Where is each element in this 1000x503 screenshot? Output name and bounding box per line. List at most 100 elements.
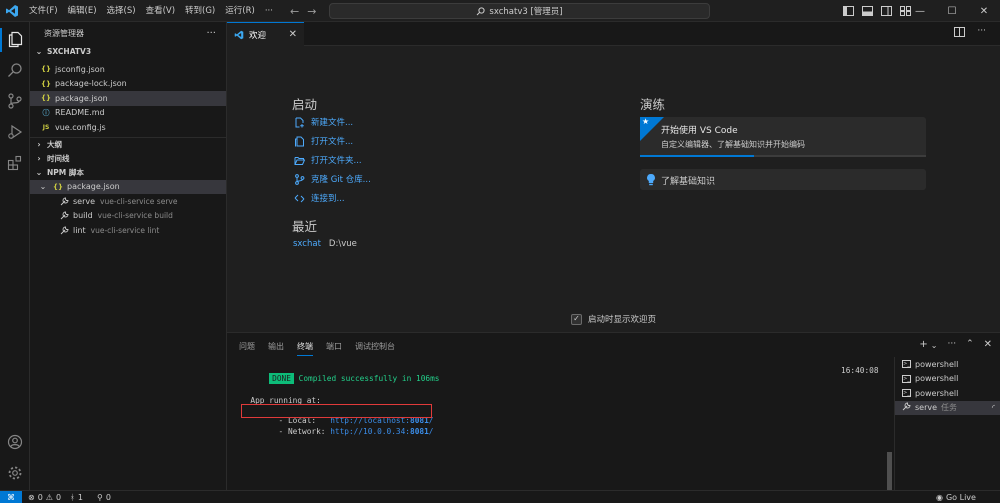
javascript-file-icon: JS bbox=[42, 123, 50, 131]
bottom-panel: 问题 输出 终端 端口 调试控制台 + ⌄ ··· ⌃ ✕ DONE Compi… bbox=[227, 332, 1000, 491]
file-vue-config[interactable]: JS vue.config.js bbox=[30, 120, 226, 135]
extensions-icon[interactable] bbox=[5, 153, 25, 173]
split-editor-icon[interactable] bbox=[954, 27, 966, 37]
show-welcome-on-startup[interactable]: ✓ 启动时显示欢迎页 bbox=[571, 313, 656, 325]
open-file-link[interactable]: 打开文件... bbox=[294, 135, 353, 147]
spinner-icon: ◜ bbox=[991, 403, 995, 413]
menu-selection[interactable]: 选择(S) bbox=[102, 0, 141, 22]
clone-git-link[interactable]: 克隆 Git 仓库... bbox=[294, 173, 371, 185]
terminal-item-powershell[interactable]: >_ powershell bbox=[895, 372, 1000, 387]
terminal-item-serve-task[interactable]: serve 任务 ◜ bbox=[895, 400, 1000, 415]
problems-status[interactable]: ⊗ 0 ⚠ 0 bbox=[28, 491, 61, 503]
panel-tabs: 问题 输出 终端 端口 调试控制台 bbox=[239, 333, 395, 359]
outline-section[interactable]: › 大纲 bbox=[30, 138, 226, 152]
terminal-item-powershell[interactable]: >_ powershell bbox=[895, 357, 1000, 372]
workspace-name: SXCHATV3 bbox=[47, 46, 92, 56]
npm-scripts-section[interactable]: ⌄ NPM 脚本 bbox=[30, 166, 226, 180]
tab-problems[interactable]: 问题 bbox=[239, 341, 255, 352]
menu-more[interactable]: ··· bbox=[260, 0, 278, 22]
tab-output[interactable]: 输出 bbox=[268, 341, 284, 352]
toggle-secondary-sidebar-icon[interactable] bbox=[881, 6, 892, 16]
file-jsconfig[interactable]: {} jsconfig.json bbox=[30, 62, 226, 77]
back-arrow-icon[interactable]: ← bbox=[290, 5, 299, 18]
connect-to-link[interactable]: 连接到... bbox=[294, 192, 345, 204]
terminal-scrollbar[interactable] bbox=[887, 452, 892, 490]
info-status[interactable]: ᚼ1 bbox=[70, 491, 83, 503]
file-package-json[interactable]: {} package.json bbox=[30, 91, 226, 106]
walkthrough-get-started-card[interactable]: ★ 开始使用 VS Code 自定义编辑器、了解基础知识并开始编码 bbox=[640, 117, 926, 157]
walkthrough-basics-card[interactable]: 了解基础知识 bbox=[640, 169, 926, 190]
remote-indicator-icon[interactable]: ⌘ bbox=[0, 491, 22, 503]
link-label: 连接到... bbox=[311, 194, 345, 204]
file-name: vue.config.js bbox=[55, 122, 106, 132]
new-file-icon bbox=[295, 117, 304, 127]
network-url-slash: / bbox=[428, 427, 434, 436]
npm-script-lint[interactable]: lint vue-cli-service lint bbox=[30, 223, 226, 238]
more-actions-icon[interactable]: ··· bbox=[947, 339, 956, 350]
menu-run[interactable]: 运行(R) bbox=[220, 0, 260, 22]
compiled-message: Compiled successfully in 106ms bbox=[293, 374, 440, 383]
info-icon: ᚼ bbox=[70, 492, 75, 502]
terminal-icon: >_ bbox=[902, 374, 911, 383]
new-terminal-icon[interactable]: + bbox=[919, 339, 927, 350]
radio-tower-icon: ⚲ bbox=[97, 492, 103, 502]
close-tab-icon[interactable]: ✕ bbox=[289, 29, 297, 40]
npm-script-build[interactable]: build vue-cli-service build bbox=[30, 209, 226, 224]
file-name: jsconfig.json bbox=[55, 64, 105, 74]
command-center[interactable]: sxchatv3 [管理员] bbox=[329, 3, 710, 19]
run-debug-icon[interactable] bbox=[5, 122, 25, 142]
file-readme[interactable]: ⓘ README.md bbox=[30, 106, 226, 121]
npm-script-serve[interactable]: serve vue-cli-service serve bbox=[30, 194, 226, 209]
maximize-panel-icon[interactable]: ⌃ bbox=[966, 339, 974, 350]
start-title: 启动 bbox=[292, 97, 318, 112]
recent-folder-link[interactable]: sxchat bbox=[293, 239, 321, 249]
broadcast-icon: ◉ bbox=[936, 492, 943, 502]
accounts-icon[interactable] bbox=[5, 432, 25, 452]
npm-package-json[interactable]: ⌄ {} package.json bbox=[30, 179, 226, 194]
tab-debug-console[interactable]: 调试控制台 bbox=[355, 341, 395, 352]
close-panel-icon[interactable]: ✕ bbox=[984, 339, 992, 350]
toggle-primary-sidebar-icon[interactable] bbox=[843, 6, 854, 16]
go-live-label: Go Live bbox=[945, 492, 976, 502]
welcome-page: 启动 新建文件... 打开文件... 打开文件夹... 克隆 Git 仓库...… bbox=[227, 46, 1000, 332]
recent-item: sxchat D:\vue bbox=[293, 239, 357, 249]
settings-gear-icon[interactable] bbox=[5, 463, 25, 483]
window-controls: — ☐ ✕ bbox=[904, 0, 1000, 22]
menu-file[interactable]: 文件(F) bbox=[24, 0, 63, 22]
forward-arrow-icon[interactable]: → bbox=[307, 5, 316, 18]
sidebar-more-icon[interactable]: ··· bbox=[206, 28, 216, 39]
source-control-icon[interactable] bbox=[5, 91, 25, 111]
go-live-status[interactable]: ◉ Go Live bbox=[936, 491, 976, 503]
more-actions-icon[interactable]: ··· bbox=[977, 27, 986, 37]
maximize-icon[interactable]: ☐ bbox=[936, 0, 968, 22]
menu-go[interactable]: 转到(G) bbox=[180, 0, 220, 22]
file-package-lock[interactable]: {} package-lock.json bbox=[30, 77, 226, 92]
timeline-section[interactable]: › 时间线 bbox=[30, 152, 226, 166]
menu-view[interactable]: 查看(V) bbox=[141, 0, 180, 22]
new-file-link[interactable]: 新建文件... bbox=[294, 116, 353, 128]
star-icon: ★ bbox=[642, 117, 650, 126]
open-folder-link[interactable]: 打开文件夹... bbox=[294, 154, 362, 166]
tab-welcome[interactable]: 欢迎 ✕ bbox=[227, 22, 304, 46]
npm-package-name: package.json bbox=[67, 182, 120, 192]
wrench-icon bbox=[58, 211, 70, 220]
minimize-icon[interactable]: — bbox=[904, 0, 936, 22]
network-url[interactable]: http://10.0.0.34:8081/ bbox=[330, 427, 433, 436]
menu-edit[interactable]: 编辑(E) bbox=[63, 0, 102, 22]
toggle-panel-icon[interactable] bbox=[862, 6, 873, 16]
ports-status[interactable]: ⚲ 0 bbox=[97, 491, 111, 503]
card-title: 开始使用 VS Code bbox=[661, 126, 738, 136]
tab-ports[interactable]: 端口 bbox=[326, 341, 342, 352]
terminal-item-powershell[interactable]: >_ powershell bbox=[895, 386, 1000, 401]
remote-glyph: ⌘ bbox=[7, 492, 15, 502]
chevron-down-icon[interactable]: ⌄ bbox=[931, 341, 938, 350]
navigation-arrows: ← → bbox=[290, 0, 316, 22]
close-window-icon[interactable]: ✕ bbox=[968, 0, 1000, 22]
workspace-section[interactable]: ⌄ SXCHATV3 bbox=[30, 44, 226, 58]
search-view-icon[interactable] bbox=[5, 60, 25, 80]
terminal-line-network: - Network: http://10.0.0.34:8081/ bbox=[241, 418, 434, 445]
tab-terminal[interactable]: 终端 bbox=[297, 341, 313, 356]
checkbox-checked-icon[interactable]: ✓ bbox=[571, 313, 582, 325]
terminal-timestamp: 16:40:08 bbox=[841, 366, 879, 375]
explorer-icon[interactable] bbox=[5, 29, 25, 49]
